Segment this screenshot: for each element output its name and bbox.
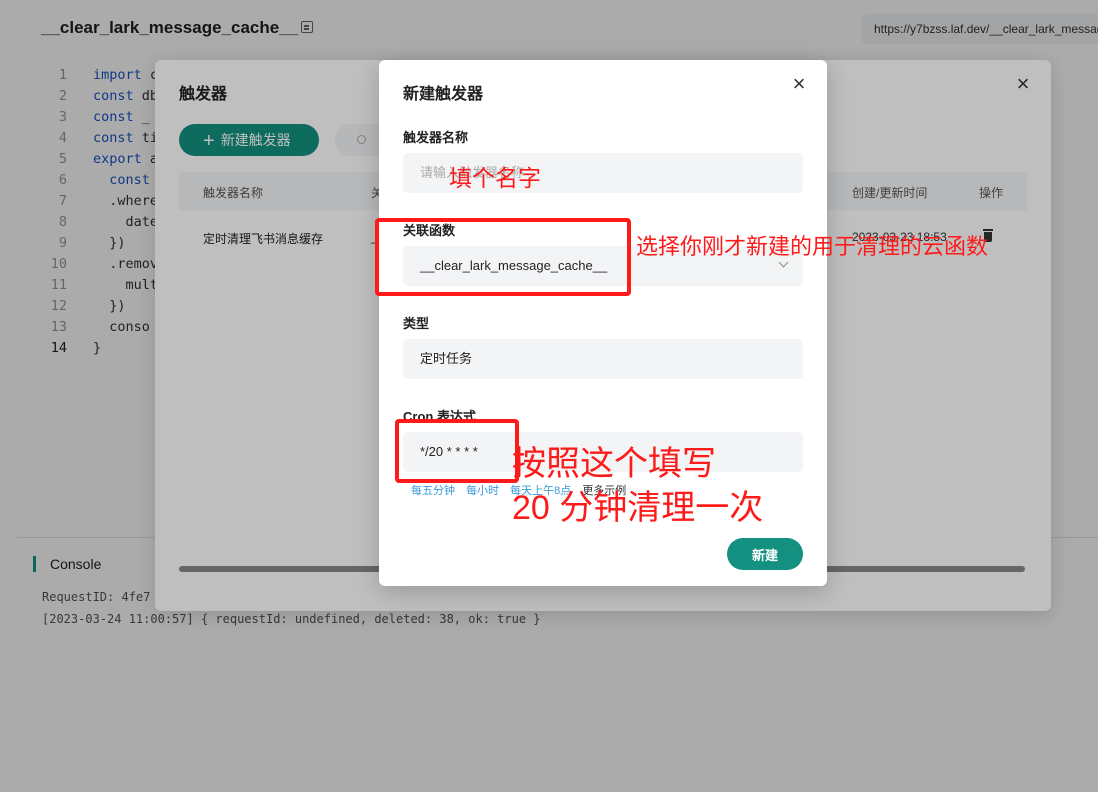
cron-hint-every-5-min[interactable]: 每五分钟: [411, 485, 455, 497]
close-icon[interactable]: ×: [789, 73, 809, 95]
annotation-name-note: 填个名字: [449, 165, 541, 191]
annotation-box-cron: [395, 419, 519, 483]
annotation-function-note: 选择你刚才新建的用于清理的云函数: [636, 234, 989, 259]
cron-hint-every-hour[interactable]: 每小时: [466, 485, 499, 497]
annotation-cron-interval-note: 20 分钟清理一次: [512, 489, 764, 527]
new-trigger-modal-title: 新建触发器: [403, 86, 484, 103]
type-select[interactable]: 定时任务: [403, 339, 803, 379]
annotation-box-function: [375, 218, 631, 296]
type-label: 类型: [403, 316, 430, 331]
annotation-cron-note: 按照这个填写: [512, 445, 716, 483]
create-button[interactable]: 新建: [727, 538, 803, 570]
trigger-name-label: 触发器名称: [403, 130, 469, 145]
